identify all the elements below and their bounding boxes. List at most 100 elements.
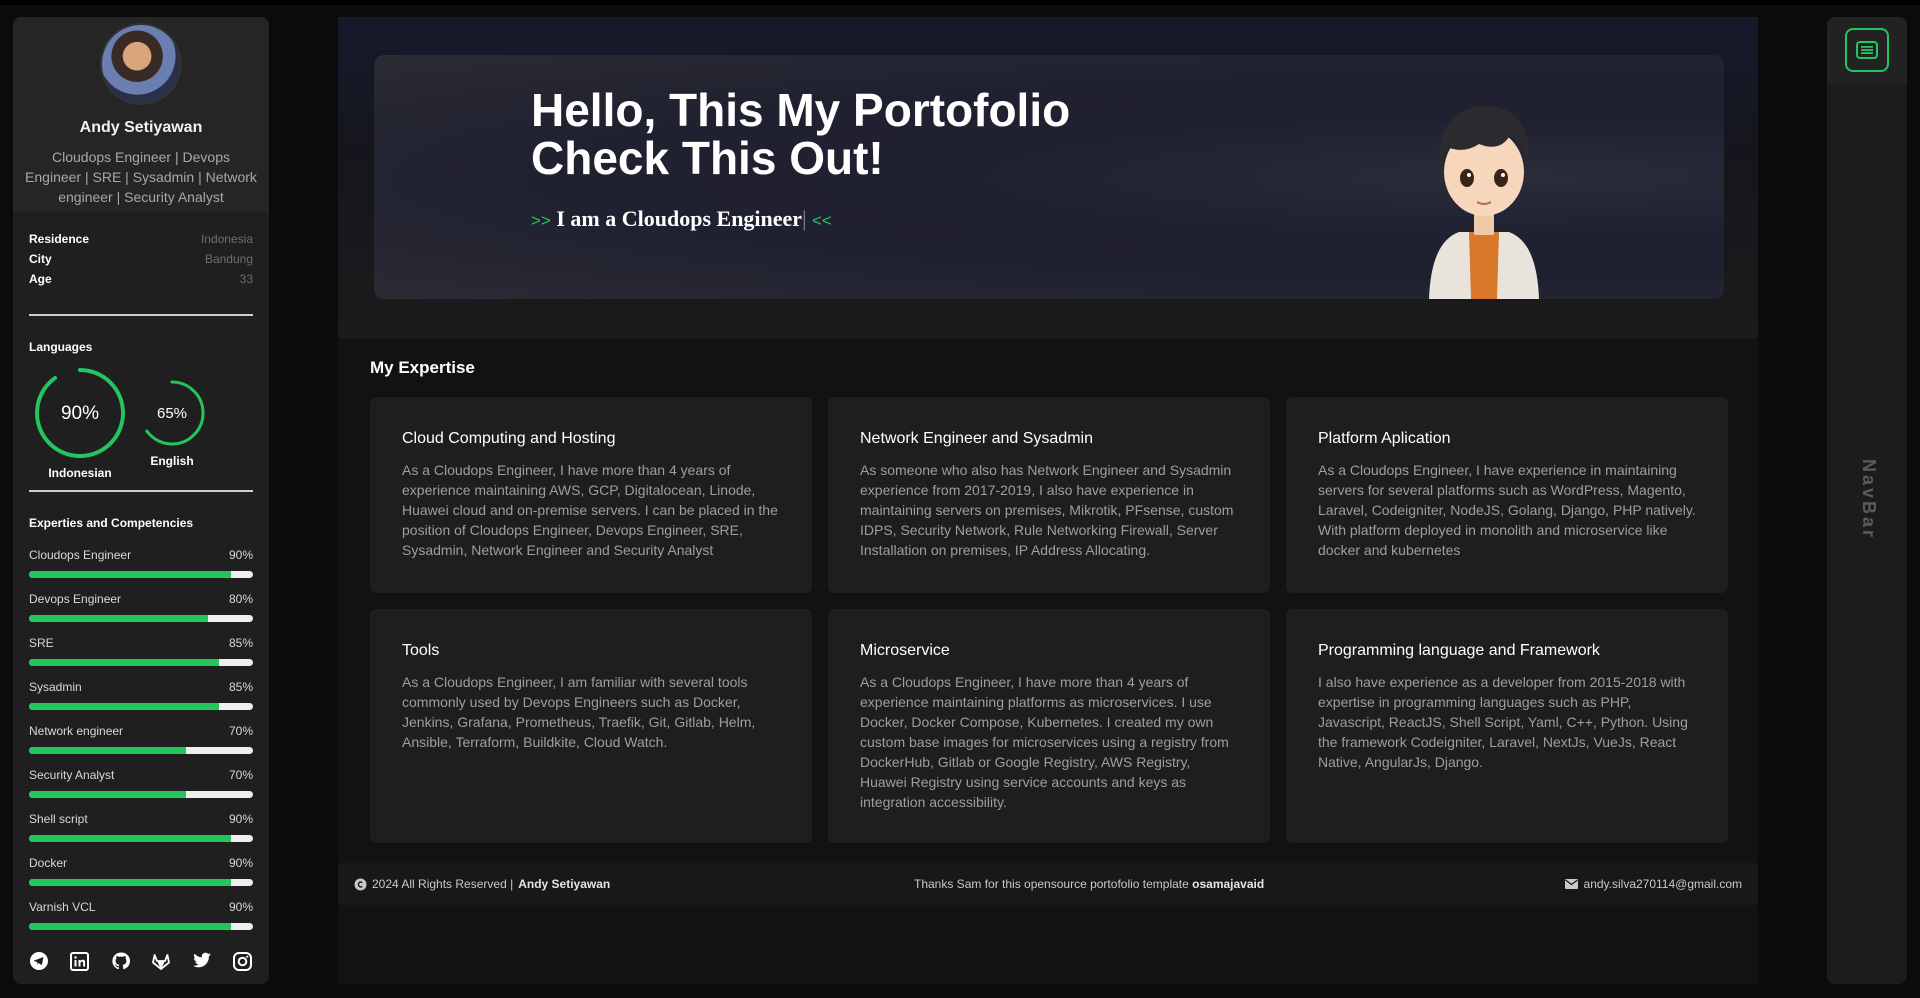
skill-item: Devops Engineer 80% [29,592,253,636]
expertise-card: Platform Aplication As a Cloudops Engine… [1286,397,1728,593]
navbar-label: NavBar [1859,459,1879,541]
main-content: Hello, This My Portofolio Check This Out… [338,17,1758,984]
profile-card: Andy Setiyawan Cloudops Engineer | Devop… [13,17,269,212]
avatar [100,23,182,105]
divider [29,490,253,492]
skill-item: Shell script 90% [29,812,253,856]
info-value: 33 [239,272,253,286]
copyright-text: 2024 All Rights Reserved | [372,877,514,891]
info-row-residence: Residence Indonesia [29,229,253,249]
info-key: Age [29,272,52,286]
character-illustration [1429,105,1539,299]
linkedin-icon[interactable] [69,950,91,972]
menu-button[interactable] [1845,28,1889,72]
skill-bar [29,923,253,930]
footer-credits: Thanks Sam for this opensource portofoli… [914,877,1565,891]
languages-list: 90% Indonesian 65% English [13,366,269,486]
skill-bar [29,747,253,754]
navbar: NavBar [1827,17,1907,984]
instagram-icon[interactable] [232,950,254,972]
card-title: Cloud Computing and Hosting [402,430,616,447]
hamburger-icon [1856,41,1878,59]
languages-title: Languages [29,340,93,354]
hero-title-line-1: Hello, This My Portofolio [531,84,1071,136]
skill-item: Sysadmin 85% [29,680,253,724]
info-value: Indonesia [200,232,253,246]
mail-icon [1564,879,1578,889]
github-icon[interactable] [110,950,132,972]
hero-section: Hello, This My Portofolio Check This Out… [338,17,1758,338]
skill-percent: 70% [228,768,253,782]
skill-name: Network engineer [29,724,124,738]
card-text: As a Cloudops Engineer, I have more than… [860,674,1229,810]
skill-bar-fill [29,879,231,886]
skill-bar [29,879,253,886]
skill-bar-fill [29,703,220,710]
skill-name: Varnish VCL [29,900,96,914]
skill-item: SRE 85% [29,636,253,680]
gitlab-icon[interactable] [150,950,172,972]
skill-percent: 85% [228,636,253,650]
copyright-icon [354,878,367,890]
telegram-icon[interactable] [28,950,50,972]
skill-percent: 85% [228,680,253,694]
footer-email[interactable]: andy.silva270114@gmail.com [1564,877,1742,891]
expertise-card: Programming language and Framework I als… [1286,609,1728,843]
info-value: Bandung [204,252,253,266]
skill-bar [29,615,253,622]
skill-name: SRE [29,636,54,650]
hero-prefix: >> [531,211,551,230]
card-title: Platform Aplication [1318,430,1451,447]
expertise-card: Tools As a Cloudops Engineer, I am famil… [370,609,812,843]
language-progress-ring: 65% [139,380,205,446]
skill-name: Cloudops Engineer [29,548,132,562]
info-row-age: Age 33 [29,269,253,289]
footer: 2024 All Rights Reserved | Andy Setiyawa… [338,863,1758,905]
skill-item: Docker 90% [29,856,253,900]
skill-bar [29,571,253,578]
expertise-card: Network Engineer and Sysadmin As someone… [828,397,1270,593]
language-name: English [150,454,194,468]
expertise-card: Cloud Computing and Hosting As a Cloudop… [370,397,812,593]
language-indonesian: 90% Indonesian [33,366,127,486]
template-author-link[interactable]: osamajavaid [1192,877,1264,891]
skill-percent: 80% [228,592,253,606]
skill-name: Shell script [29,812,88,826]
navbar-header [1827,17,1907,83]
skill-percent: 90% [228,900,253,914]
language-percent: 90% [61,403,99,424]
skill-bar [29,659,253,666]
skills-list: Cloudops Engineer 90% Devops Engineer 80% … [13,548,269,944]
profile-role: Cloudops Engineer | Devops Engineer | SR… [25,149,257,205]
skill-percent: 90% [228,856,253,870]
typing-cursor: | [802,206,807,231]
card-title: Microservice [860,642,950,659]
footer-copyright: 2024 All Rights Reserved | Andy Setiyawa… [354,877,914,891]
skill-percent: 90% [228,812,253,826]
hero-title: Hello, This My Portofolio Check This Out… [531,86,1070,182]
card-text: As a Cloudops Engineer, I have more than… [402,462,778,558]
skills-title: Experties and Competencies [29,516,194,530]
skill-bar-fill [29,659,220,666]
info-key: Residence [29,232,90,246]
skill-bar-fill [29,923,231,930]
skill-name: Devops Engineer [29,592,122,606]
skill-bar [29,791,253,798]
skill-bar-fill [29,615,209,622]
card-title: Tools [402,642,440,659]
hero-typed-line: >> I am a Cloudops Engineer| << [531,206,832,232]
info-row-city: City Bandung [29,249,253,269]
social-links [13,938,269,984]
info-key: City [29,252,52,266]
language-percent: 65% [157,405,187,422]
skill-item: Security Analyst 70% [29,768,253,812]
skill-item: Network engineer 70% [29,724,253,768]
hero-typed-text: I am a Cloudops Engineer [556,206,803,231]
twitter-icon[interactable] [191,950,213,972]
sidebar: Andy Setiyawan Cloudops Engineer | Devop… [13,17,269,984]
language-progress-ring: 90% [35,368,125,458]
card-text: I also have experience as a developer fr… [1318,674,1688,770]
footer-author: Andy Setiyawan [518,877,611,891]
skill-bar-fill [29,835,231,842]
skill-name: Sysadmin [29,680,82,694]
